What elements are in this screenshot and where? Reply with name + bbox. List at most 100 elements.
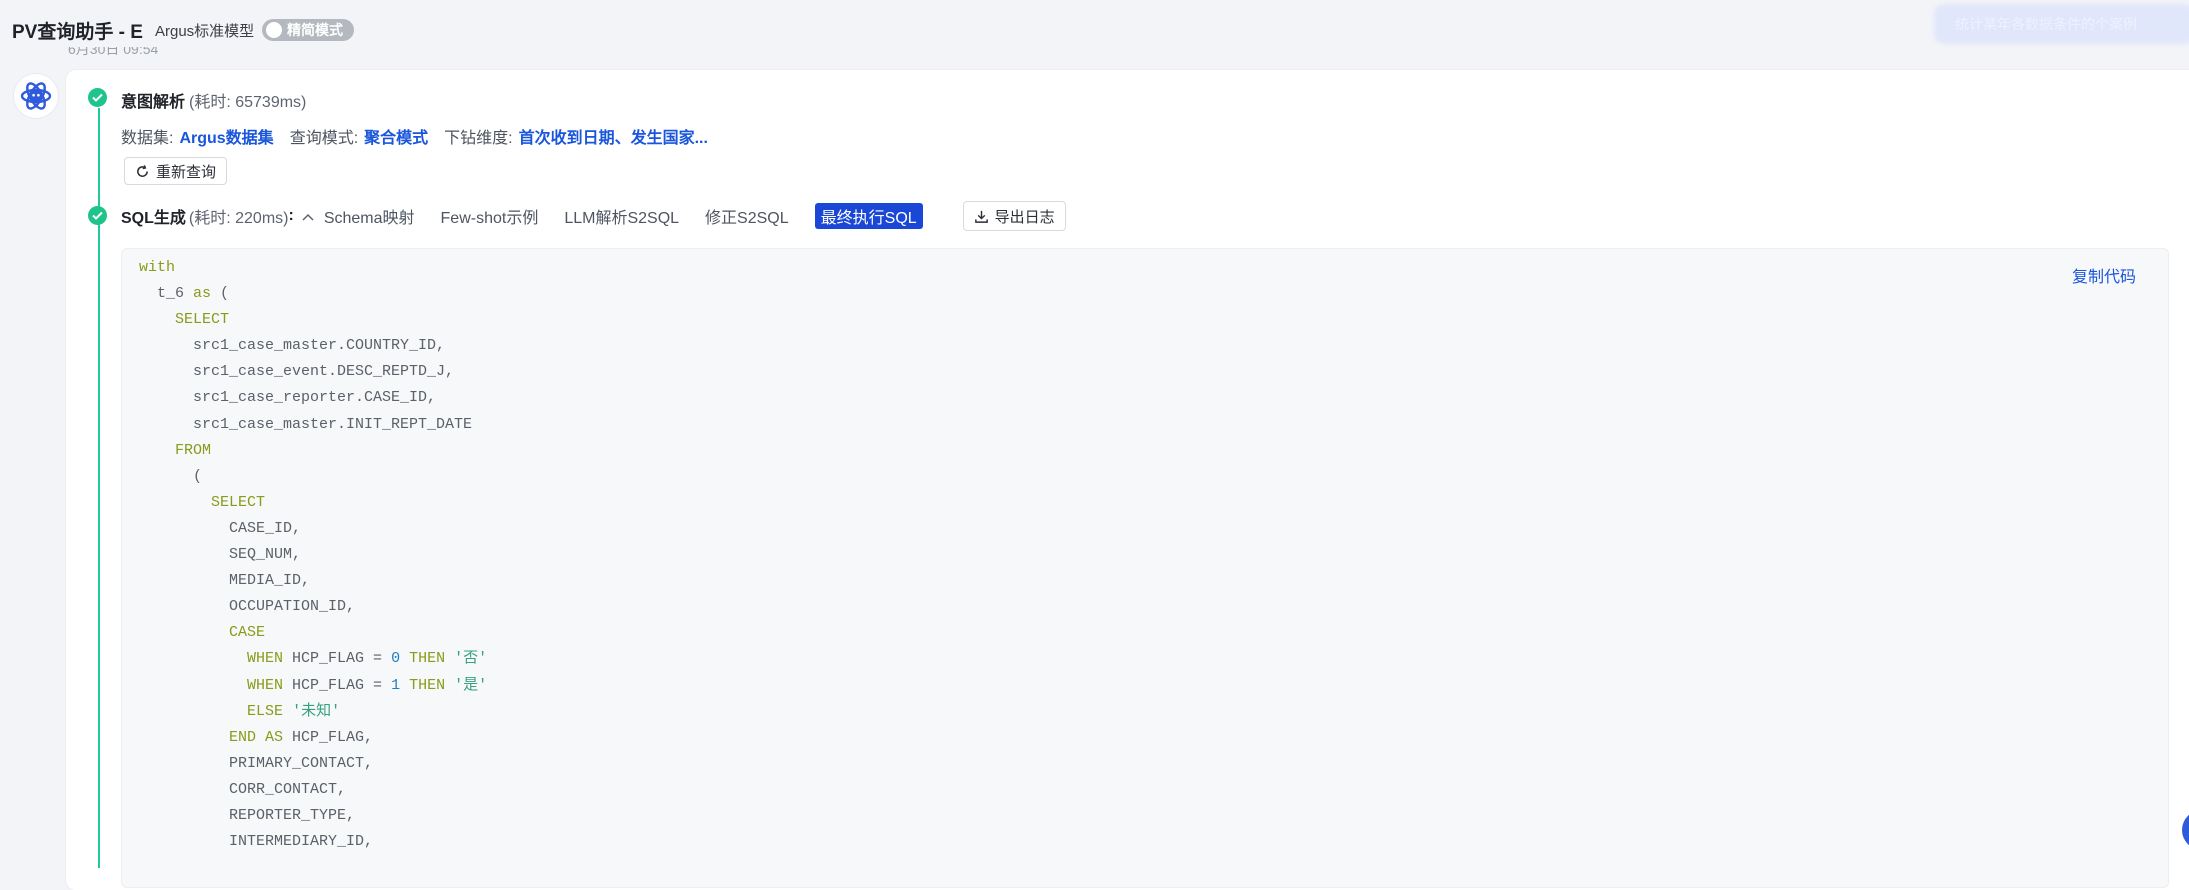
code-token: src1_case_reporter.CASE_ID, [139,389,437,407]
code-token: INTERMEDIARY_ID, [139,833,374,851]
tab-schema-mapping[interactable]: Schema映射 [324,204,415,228]
code-line: with [139,255,487,281]
sql-step-time: (耗时: 220ms) [188,210,289,227]
code-line: SEQ_NUM, [139,542,487,568]
code-line: CASE [139,620,487,646]
code-line: MEDIA_ID, [139,568,487,594]
code-token: SELECT [175,311,230,329]
model-selector[interactable]: Argus标准模型 [155,20,254,41]
simple-mode-toggle[interactable]: 精简模式 [262,19,354,41]
sql-code-block: 复制代码 with t_6 as ( SELECT src1_case_mast… [121,248,2169,888]
code-token: SELECT [211,493,266,511]
drill-dimension-label: 下钻维度: [444,130,513,147]
query-mode-value[interactable]: 聚合模式 [364,124,428,148]
code-line: SELECT [139,490,487,516]
intent-step-title: 意图解析 [121,94,186,111]
code-token: FROM [175,441,212,459]
tab-few-shot[interactable]: Few-shot示例 [441,204,539,228]
code-line: src1_case_reporter.CASE_ID, [139,385,487,411]
requery-button[interactable]: 重新查询 [124,157,228,185]
code-token: src1_case_event.DESC_REPTD_J, [139,363,455,381]
code-token: '否' [454,650,488,668]
code-token: THEN [409,650,446,668]
code-token: END AS [229,728,284,746]
code-token: '未知' [292,702,341,720]
tab-final-sql[interactable]: 最终执行SQL [814,203,923,229]
code-token: CORR_CONTACT, [139,780,347,798]
code-token: CASE [229,624,266,642]
refresh-icon [137,164,148,177]
code-line: src1_case_master.INIT_REPT_DATE [139,412,487,438]
export-log-button[interactable]: 导出日志 [962,201,1066,231]
code-token: ( [139,467,203,485]
code-token: '是' [454,676,488,694]
code-line: ( [139,464,487,490]
app-title: PV查询助手 - E [12,22,143,43]
code-token: THEN [409,676,446,694]
toggle-label: 精简模式 [287,22,343,38]
code-line: INTERMEDIARY_ID, [139,829,487,855]
chevron-up-icon[interactable] [302,208,314,224]
code-line: ELSE '未知' [139,699,487,725]
dataset-label: 数据集: [121,130,174,147]
tab-llm-s2sql[interactable]: LLM解析S2SQL [564,204,679,228]
code-line: t_6 as ( [139,281,487,307]
code-token: CASE_ID, [139,519,302,537]
code-line: FROM [139,438,487,464]
code-token: HCP_FLAG = [283,676,392,694]
download-icon [974,210,988,223]
code-token: HCP_FLAG = [283,650,392,668]
code-line: OCCUPATION_ID, [139,594,487,620]
code-token: HCP_FLAG, [283,728,374,746]
copy-code-button[interactable]: 复制代码 [2072,263,2136,287]
code-line: src1_case_master.COUNTRY_ID, [139,333,487,359]
code-token: src1_case_master.COUNTRY_ID, [139,337,446,355]
step-success-icon [88,206,107,225]
message-timestamp: 6月30日 09:54 [68,47,159,57]
intent-step-time: (耗时: 65739ms) [189,94,307,111]
code-token: ELSE [247,702,284,720]
code-token: 0 [391,650,401,668]
code-line: src1_case_event.DESC_REPTD_J, [139,359,487,385]
intent-step-header[interactable]: 意图解析 (耗时: 65739ms) [121,88,306,112]
code-token: WHEN [247,676,284,694]
code-token: MEDIA_ID, [139,572,311,590]
requery-label: 重新查询 [156,163,217,181]
code-line: WHEN HCP_FLAG = 1 THEN '是' [139,673,487,699]
dataset-value[interactable]: Argus数据集 [179,124,273,148]
sql-code: with t_6 as ( SELECT src1_case_master.CO… [139,255,487,855]
code-token: t_6 [139,285,194,303]
code-token: REPORTER_TYPE, [139,806,356,824]
drill-dimension-value[interactable]: 首次收到日期、发生国家... [519,124,708,148]
code-token: PRIMARY_CONTACT, [139,754,374,772]
tab-corrected-s2sql[interactable]: 修正S2SQL [705,204,789,228]
code-line: REPORTER_TYPE, [139,803,487,829]
code-token: WHEN [247,650,284,668]
code-token: 1 [391,676,401,694]
code-token: src1_case_master.INIT_REPT_DATE [139,415,473,433]
toggle-knob [266,22,282,38]
export-log-label: 导出日志 [994,208,1055,226]
robot-icon [20,82,52,110]
assistant-avatar [14,74,58,118]
code-token: with [139,259,176,276]
code-token: OCCUPATION_ID, [139,598,356,616]
code-line: CASE_ID, [139,516,487,542]
code-line: SELECT [139,307,487,333]
top-bar: PV查询助手 - E Argus标准模型 精简模式 统计某年各数据条件的个案例 [0,0,2189,58]
code-line: PRIMARY_CONTACT, [139,751,487,777]
code-token: SEQ_NUM, [139,546,302,564]
code-token: as [193,285,212,303]
code-line: WHEN HCP_FLAG = 0 THEN '否' [139,646,487,672]
